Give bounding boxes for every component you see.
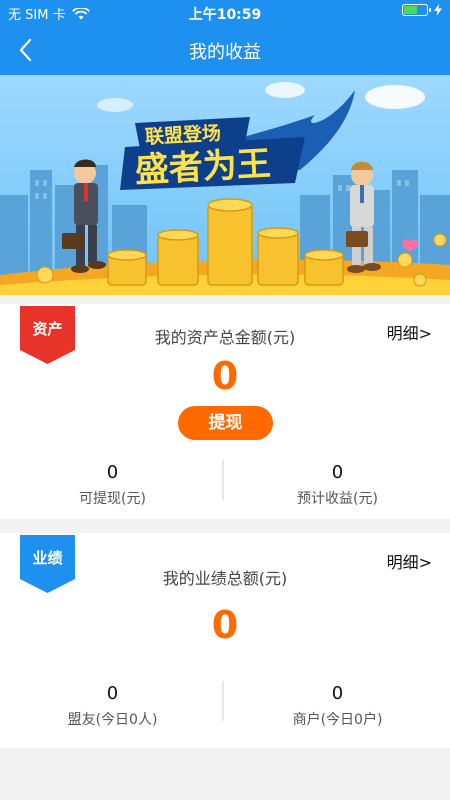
- status-time: 上午10:59: [188, 7, 262, 23]
- withdrawable-value: 0: [106, 462, 119, 483]
- performance-total-label: 我的业绩总额(元): [162, 569, 288, 588]
- merchants-label: 商户(今日0户): [292, 712, 383, 728]
- status-bar: 无 SIM 卡 上午10:59: [0, 0, 450, 26]
- banner-title-line1: 联盟登场: [144, 121, 221, 148]
- charging-icon: [434, 4, 442, 16]
- battery-icon: [402, 4, 431, 16]
- withdrawable-label: 可提现(元): [79, 491, 146, 507]
- banner-illustration: 联盟登场 盛者为王: [0, 82, 450, 295]
- assets-total-value: 0: [211, 354, 239, 398]
- performance-card: 业绩 明细> 我的业绩总额(元) 0 0 盟友(今日0人) 0 商户(今日0户): [0, 533, 450, 748]
- allies-label: 盟友(今日0人): [67, 712, 158, 728]
- withdrawable-stat: 0 可提现(元): [0, 462, 225, 508]
- allies-stat: 0 盟友(今日0人): [0, 683, 225, 729]
- merchants-value: 0: [331, 683, 344, 704]
- nav-bar: 我的收益: [0, 26, 450, 75]
- promo-banner: 联盟登场 盛者为王: [0, 75, 450, 295]
- assets-total-label: 我的资产总金额(元): [154, 328, 296, 347]
- expected-income-stat: 0 预计收益(元): [225, 462, 450, 508]
- assets-card: 资产 明细> 我的资产总金额(元) 0 提现 0 可提现(元) 0 预计收益(元…: [0, 304, 450, 519]
- allies-value: 0: [106, 683, 119, 704]
- banner-title-line2: 盛者为王: [134, 144, 272, 191]
- page-title: 我的收益: [189, 42, 261, 63]
- status-right: [402, 4, 442, 16]
- stat-divider: [222, 460, 224, 500]
- expected-income-value: 0: [331, 462, 344, 483]
- header-bar: 无 SIM 卡 上午10:59 我的收益: [0, 0, 450, 75]
- stat-divider: [222, 681, 224, 721]
- performance-total-value: 0: [211, 603, 239, 647]
- withdraw-button[interactable]: 提现: [178, 406, 273, 440]
- merchants-stat: 0 商户(今日0户): [225, 683, 450, 729]
- expected-income-label: 预计收益(元): [297, 491, 378, 507]
